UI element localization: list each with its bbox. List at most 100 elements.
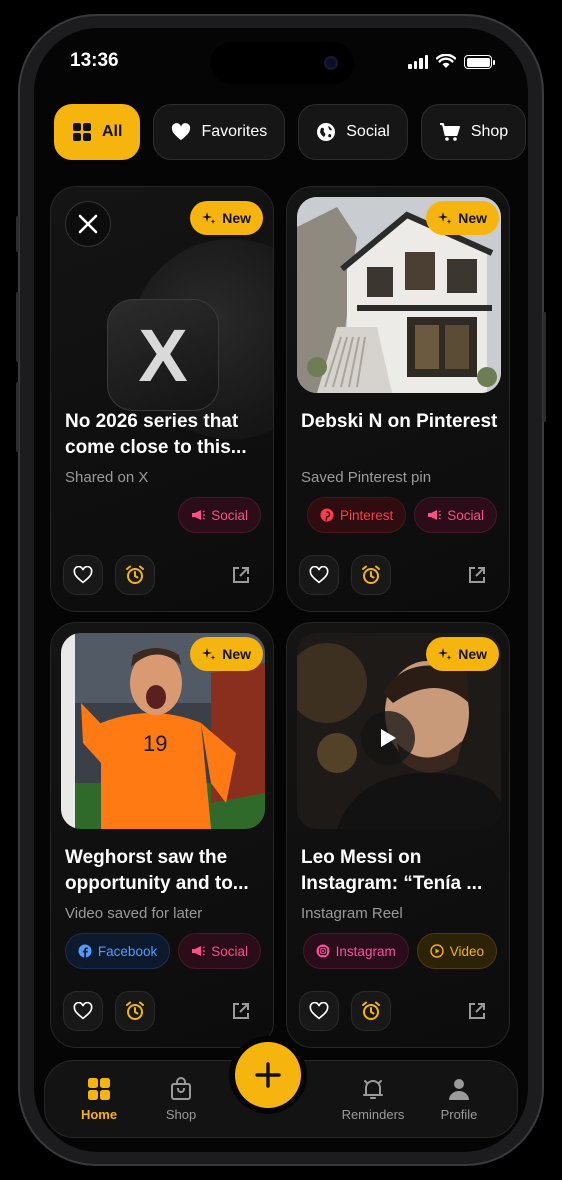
card-actions (299, 555, 497, 595)
card-tags: Social (178, 497, 261, 533)
favorite-button[interactable] (299, 555, 339, 595)
saved-card-facebook[interactable]: 19 New Weghorst saw the opportunity and … (50, 622, 274, 1048)
filter-chip-social[interactable]: Social (298, 104, 408, 160)
volume-down-button (16, 382, 19, 452)
new-badge: New (426, 637, 499, 671)
new-badge: New (190, 201, 263, 235)
megaphone-icon (192, 510, 206, 520)
tag-label: Instagram (335, 943, 396, 959)
tag-video[interactable]: Video (416, 933, 497, 969)
external-link-icon (469, 1003, 485, 1019)
filter-chip-shop[interactable]: Shop (420, 104, 527, 160)
play-icon (381, 729, 396, 747)
card-subtitle: Video saved for later (65, 905, 203, 922)
tag-social[interactable]: Social (414, 497, 497, 533)
status-icons (408, 54, 495, 69)
x-logo-badge (65, 201, 111, 247)
status-time: 13:36 (70, 50, 119, 71)
external-link-icon (233, 567, 249, 583)
nav-profile-label: Profile (440, 1107, 478, 1122)
card-subtitle: Shared on X (65, 469, 149, 486)
play-circle-icon (430, 944, 444, 958)
heart-icon (172, 123, 191, 141)
card-tags: Facebook Social (64, 933, 261, 969)
shopping-bag-icon (171, 1077, 191, 1100)
card-tags: Instagram Video (302, 933, 497, 969)
action-button (16, 216, 19, 252)
card-actions (299, 991, 497, 1031)
card-subtitle: Saved Pinterest pin (301, 469, 432, 486)
open-external-button[interactable] (457, 555, 497, 595)
dynamic-island (210, 42, 354, 84)
tag-facebook[interactable]: Facebook (64, 933, 171, 969)
x-large-logo: X (107, 299, 219, 411)
tag-label: Facebook (97, 943, 158, 959)
globe-icon (317, 123, 336, 141)
nav-reminders-label: Reminders (341, 1107, 405, 1122)
camera-icon (324, 56, 338, 70)
filter-chip-favorites[interactable]: Favorites (153, 104, 286, 160)
tag-label: Social (447, 507, 484, 523)
tag-label: Video (449, 943, 484, 959)
new-badge-label: New (222, 210, 251, 226)
wifi-icon (436, 54, 456, 68)
power-button (543, 312, 546, 422)
nav-profile[interactable]: Profile (419, 1077, 499, 1122)
open-external-button[interactable] (457, 991, 497, 1031)
tag-social[interactable]: Social (178, 933, 261, 969)
megaphone-icon (428, 510, 442, 520)
user-icon (449, 1079, 469, 1100)
facebook-icon (78, 944, 92, 958)
filter-chips: All Favorites Social Shop (54, 104, 527, 160)
tag-label: Social (211, 507, 248, 523)
cart-icon (439, 123, 460, 141)
bell-icon (363, 1080, 383, 1099)
home-grid-icon (88, 1078, 110, 1100)
sparkle-icon (438, 648, 452, 660)
nav-shop[interactable]: Shop (141, 1077, 221, 1122)
x-logo-icon (78, 214, 98, 234)
nav-shop-label: Shop (165, 1107, 197, 1122)
filter-chip-label: Shop (470, 123, 509, 140)
saved-card-pinterest[interactable]: New Debski N on Pinterest Saved Pinteres… (286, 186, 510, 612)
sparkle-icon (202, 648, 216, 660)
card-title: Debski N on Pinterest (301, 411, 498, 432)
instagram-icon (316, 944, 330, 958)
tag-instagram[interactable]: Instagram (302, 933, 409, 969)
heart-outline-icon (309, 1002, 329, 1020)
saved-card-x[interactable]: New X No 2026 series that come close to … (50, 186, 274, 612)
alarm-clock-icon (362, 1001, 380, 1020)
new-badge-label: New (222, 646, 251, 662)
nav-home[interactable]: Home (59, 1077, 139, 1122)
play-button[interactable] (361, 711, 415, 765)
heart-outline-icon (73, 566, 93, 584)
favorite-button[interactable] (63, 555, 103, 595)
filter-chip-label: Favorites (201, 123, 268, 140)
reminder-button[interactable] (351, 555, 391, 595)
status-bar: 13:36 (34, 28, 528, 98)
saved-card-instagram[interactable]: New Leo Messi on Instagram: “Tenía ... I… (286, 622, 510, 1048)
reminder-button[interactable] (351, 991, 391, 1031)
battery-icon (464, 55, 495, 69)
external-link-icon (469, 567, 485, 583)
tag-label: Pinterest (339, 507, 394, 523)
heart-outline-icon (73, 1002, 93, 1020)
tag-pinterest[interactable]: Pinterest (306, 497, 407, 533)
open-external-button[interactable] (221, 991, 261, 1031)
open-external-button[interactable] (221, 555, 261, 595)
tag-social[interactable]: Social (178, 497, 261, 533)
nav-reminders[interactable]: Reminders (333, 1077, 413, 1122)
favorite-button[interactable] (299, 991, 339, 1031)
alarm-clock-icon (126, 565, 144, 584)
card-title: Leo Messi on Instagram: “Tenía ... (301, 847, 483, 894)
reminder-button[interactable] (115, 991, 155, 1031)
card-actions (63, 555, 261, 595)
volume-up-button (16, 292, 19, 362)
new-badge-label: New (458, 210, 487, 226)
filter-chip-all[interactable]: All (54, 104, 141, 160)
grid-icon (73, 123, 91, 141)
add-button[interactable] (235, 1042, 301, 1108)
new-badge: New (426, 201, 499, 235)
favorite-button[interactable] (63, 991, 103, 1031)
reminder-button[interactable] (115, 555, 155, 595)
